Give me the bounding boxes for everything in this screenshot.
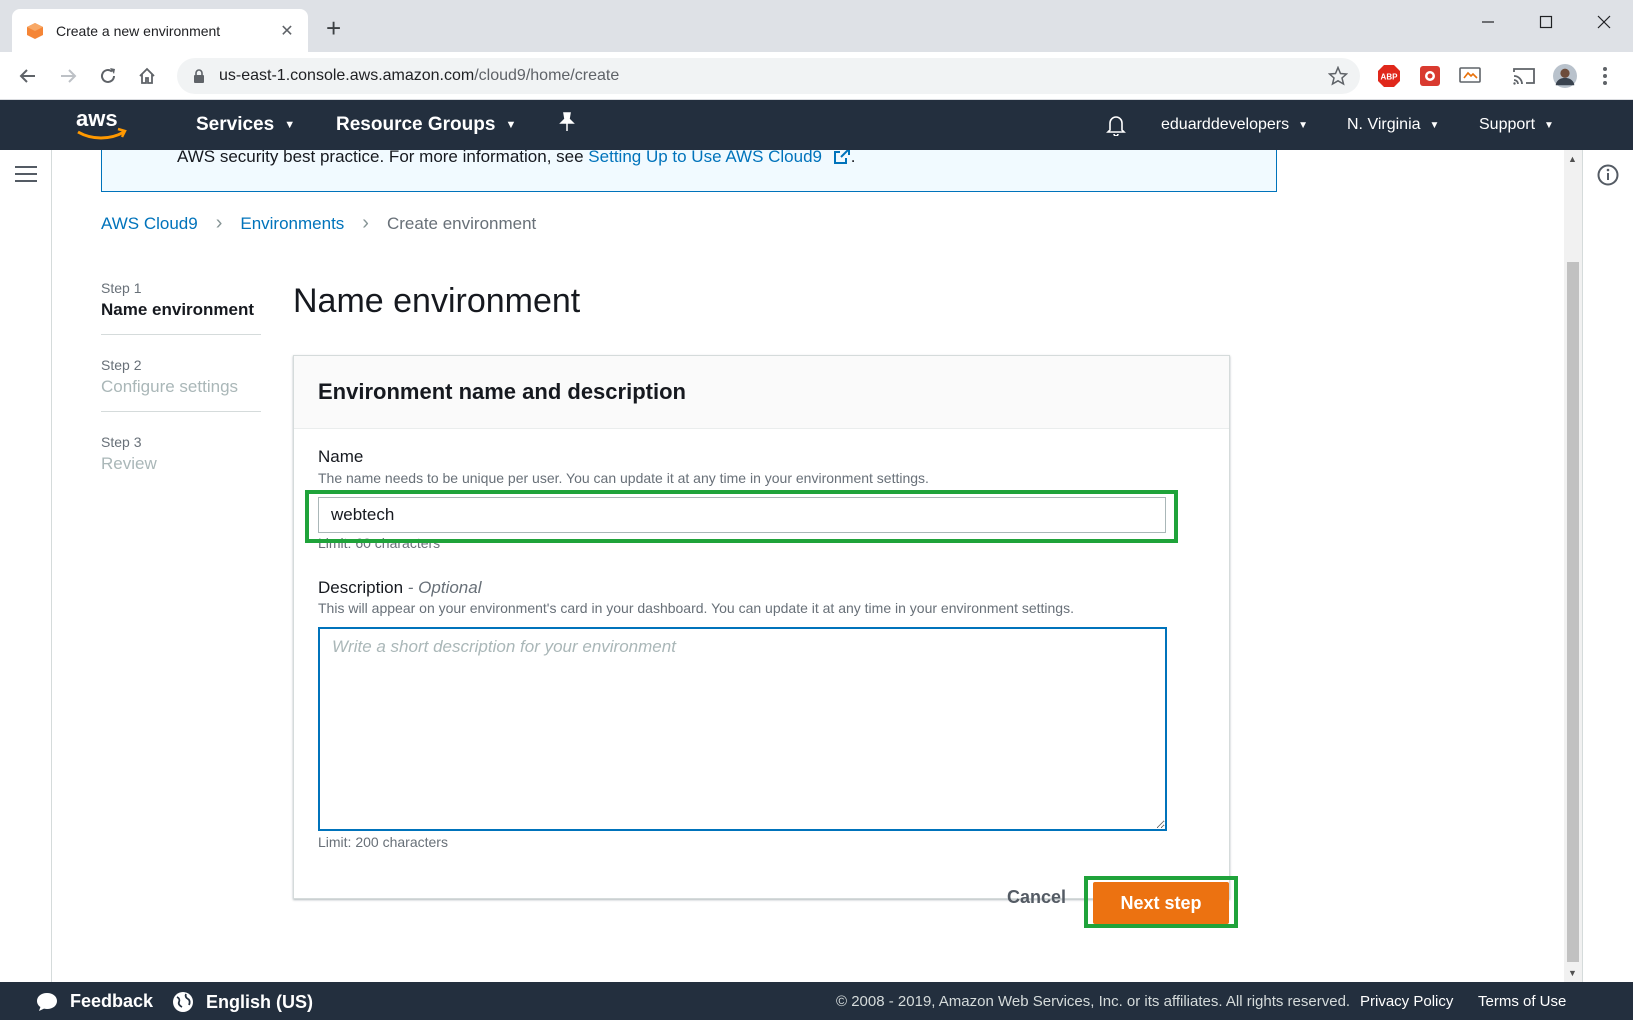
panel-header: Environment name and description xyxy=(294,356,1229,429)
left-nav-rail xyxy=(0,150,52,982)
breadcrumb-current: Create environment xyxy=(386,213,537,233)
name-input-highlight xyxy=(305,490,1178,543)
breadcrumb: AWS Cloud9 › Environments › Create envir… xyxy=(101,212,536,235)
aws-logo-icon[interactable]: aws xyxy=(76,108,128,142)
region-menu[interactable]: N. Virginia ▼ xyxy=(1347,116,1439,134)
lock-icon xyxy=(194,69,204,83)
chevron-right-icon: › xyxy=(215,212,223,234)
description-hint: This will appear on your environment's c… xyxy=(318,600,1074,616)
url-text: us-east-1.console.aws.amazon.com/cloud9/… xyxy=(219,67,620,84)
chevron-down-icon: ▼ xyxy=(1298,119,1308,131)
svg-text:ABP: ABP xyxy=(1381,73,1399,82)
support-menu[interactable]: Support ▼ xyxy=(1479,116,1554,134)
description-limit: Limit: 200 characters xyxy=(318,834,448,850)
setting-up-link[interactable]: Setting Up to Use AWS Cloud9 xyxy=(588,150,822,166)
wizard-step-3: Step 3 Review xyxy=(101,434,157,473)
chevron-down-icon: ▼ xyxy=(284,119,296,131)
cancel-button[interactable]: Cancel xyxy=(1007,887,1066,908)
home-icon[interactable] xyxy=(135,64,159,88)
name-label: Name xyxy=(318,447,364,466)
globe-icon xyxy=(173,992,193,1012)
window-controls xyxy=(1459,8,1633,36)
next-step-button[interactable]: Next step xyxy=(1093,882,1229,924)
adblock-extension-icon[interactable]: ABP xyxy=(1377,64,1401,88)
description-label: Description - Optional xyxy=(318,578,482,597)
aws-console-navbar: aws Services ▼ Resource Groups ▼ eduarddev… xyxy=(0,100,1633,150)
cast-icon[interactable] xyxy=(1512,64,1536,88)
window-close-icon[interactable] xyxy=(1575,8,1633,36)
tab-close-icon[interactable]: ✕ xyxy=(278,21,296,41)
page-scrollbar[interactable]: ▲ ▼ xyxy=(1564,150,1582,982)
breadcrumb-cloud9[interactable]: AWS Cloud9 xyxy=(101,214,198,234)
breadcrumb-environments[interactable]: Environments xyxy=(240,214,344,234)
account-menu[interactable]: eduarddevelopers ▼ xyxy=(1161,116,1308,134)
copyright-text: © 2008 - 2019, Amazon Web Services, Inc.… xyxy=(836,993,1351,1010)
tab-title: Create a new environment xyxy=(56,22,221,39)
browser-toolbar: us-east-1.console.aws.amazon.com/cloud9/… xyxy=(0,52,1633,100)
wizard-steps: Step 1 Name environment Step 2 Configure… xyxy=(101,280,261,510)
bookmark-star-icon[interactable] xyxy=(1328,66,1348,86)
svg-text:aws: aws xyxy=(76,108,118,131)
speech-bubble-icon xyxy=(37,992,57,1011)
maximize-icon[interactable] xyxy=(1517,8,1575,36)
wizard-step-2: Step 2 Configure settings xyxy=(101,357,261,412)
browser-tab-strip: Create a new environment ✕ + xyxy=(0,0,1633,52)
right-info-rail xyxy=(1582,150,1633,982)
info-icon[interactable] xyxy=(1597,164,1619,186)
minimize-icon[interactable] xyxy=(1459,8,1517,36)
feedback-button[interactable]: Feedback xyxy=(36,991,153,1012)
forward-icon[interactable] xyxy=(56,64,80,88)
new-tab-icon[interactable]: + xyxy=(326,15,341,41)
main-content: AWS security best practice. For more inf… xyxy=(52,150,1564,982)
notifications-bell-icon[interactable] xyxy=(1106,114,1126,136)
address-bar[interactable]: us-east-1.console.aws.amazon.com/cloud9/… xyxy=(177,58,1360,94)
console-footer: Feedback English (US) © 2008 - 2019, Ama… xyxy=(0,982,1633,1020)
scroll-down-icon[interactable]: ▼ xyxy=(1568,968,1577,978)
terms-of-use-link[interactable]: Terms of Use xyxy=(1478,993,1566,1010)
wizard-step-1[interactable]: Step 1 Name environment xyxy=(101,280,261,335)
cloud9-favicon-icon xyxy=(27,22,43,39)
scroll-up-icon[interactable]: ▲ xyxy=(1568,154,1577,164)
services-menu[interactable]: Services ▼ xyxy=(196,114,295,136)
profile-avatar[interactable] xyxy=(1553,64,1577,88)
resource-groups-menu[interactable]: Resource Groups ▼ xyxy=(336,114,516,136)
privacy-policy-link[interactable]: Privacy Policy xyxy=(1360,993,1453,1010)
page-title: Name environment xyxy=(293,282,581,320)
chevron-down-icon: ▼ xyxy=(1544,119,1554,131)
browser-tab-active[interactable]: Create a new environment ✕ xyxy=(12,9,308,52)
info-flash-banner: AWS security best practice. For more inf… xyxy=(101,150,1277,192)
extension-screen-icon[interactable] xyxy=(1458,64,1482,88)
reload-icon[interactable] xyxy=(96,64,120,88)
scroll-thumb[interactable] xyxy=(1567,262,1579,962)
chevron-down-icon: ▼ xyxy=(505,119,517,131)
chevron-down-icon: ▼ xyxy=(1429,119,1440,131)
environment-description-input[interactable] xyxy=(318,627,1167,831)
browser-menu-icon[interactable] xyxy=(1593,64,1617,88)
language-selector[interactable]: English (US) xyxy=(172,991,313,1013)
hamburger-menu-icon[interactable] xyxy=(15,166,37,184)
chevron-right-icon: › xyxy=(362,212,369,234)
external-link-icon[interactable] xyxy=(833,150,851,165)
back-icon[interactable] xyxy=(16,64,40,88)
pin-icon[interactable] xyxy=(558,112,576,132)
name-hint: The name needs to be unique per user. Yo… xyxy=(318,470,929,486)
environment-form-panel: Environment name and description Name Th… xyxy=(293,355,1230,899)
extension-gift-icon[interactable] xyxy=(1418,64,1442,88)
